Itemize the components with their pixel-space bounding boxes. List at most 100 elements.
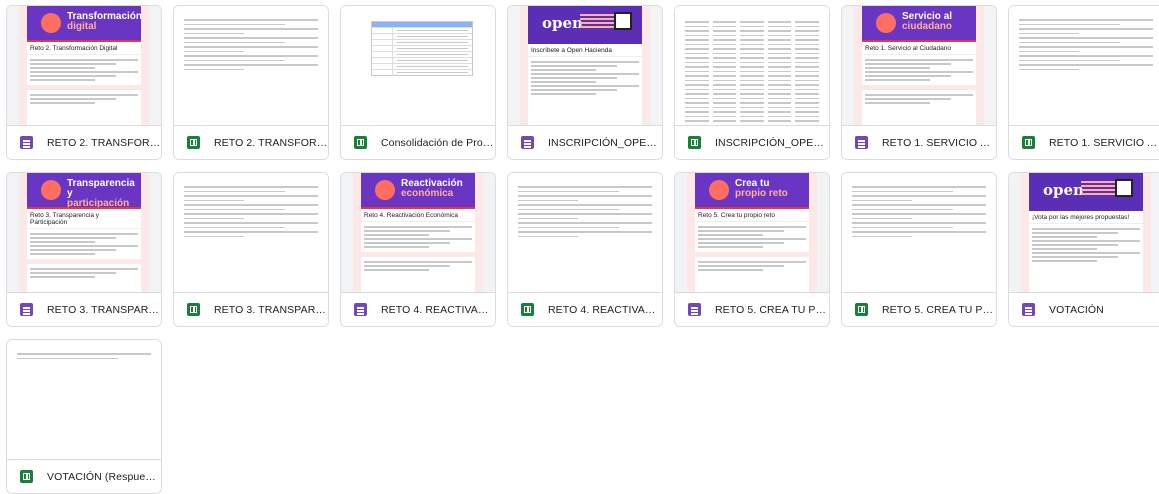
file-card[interactable]: RETO 4. REACTIVACIÓN... bbox=[507, 172, 663, 327]
form-description bbox=[361, 222, 475, 252]
file-card[interactable]: open ¡Vota por las mejores propuestas! VOT… bbox=[1008, 172, 1159, 327]
cell-line bbox=[1019, 50, 1080, 52]
cell-line bbox=[740, 43, 764, 45]
sheet-columns bbox=[685, 18, 819, 127]
form-preview: Transformación digital Reto 2. Transformac… bbox=[19, 6, 149, 127]
file-name: Consolidación de Propu... bbox=[381, 136, 495, 149]
sheet-rows bbox=[1019, 16, 1153, 73]
file-card[interactable]: RETO 3. TRANSPARENC... bbox=[173, 172, 329, 327]
cell-line bbox=[712, 115, 737, 117]
cell-line bbox=[184, 190, 285, 192]
file-card[interactable]: Transparencia y participación Reto 3. Tran… bbox=[6, 172, 162, 327]
file-name: VOTACIÓN (Respuestas) bbox=[47, 470, 161, 483]
cell-line bbox=[740, 61, 764, 63]
cell-line bbox=[795, 61, 819, 63]
text-line bbox=[698, 242, 785, 244]
cell-line bbox=[767, 43, 792, 45]
cell-line bbox=[685, 66, 709, 68]
file-card[interactable]: RETO 1. SERVICIO AL CI... bbox=[1008, 5, 1159, 160]
google-sheets-icon bbox=[688, 136, 701, 149]
cell-line bbox=[685, 111, 709, 113]
text-line bbox=[698, 230, 785, 232]
cell-line bbox=[852, 199, 913, 201]
text-line bbox=[531, 69, 596, 71]
file-card[interactable]: INSCRIPCIÓN_OPEN HA... bbox=[674, 5, 830, 160]
text-line bbox=[580, 22, 616, 24]
sheet-column bbox=[795, 18, 819, 127]
table-cell bbox=[397, 30, 468, 31]
open-banner: open bbox=[1029, 173, 1143, 211]
cell-line bbox=[685, 30, 709, 32]
file-name: RETO 2. TRANSFORMA... bbox=[214, 136, 328, 149]
google-sheets-icon bbox=[187, 136, 200, 149]
text-line bbox=[364, 230, 451, 232]
text-line bbox=[531, 93, 596, 95]
text-line bbox=[30, 268, 138, 270]
banner-logo-icon bbox=[709, 180, 729, 200]
file-card[interactable]: RETO 5. CREA TU PROPI... bbox=[841, 172, 997, 327]
text-line bbox=[531, 65, 618, 67]
cell-line bbox=[712, 102, 737, 104]
file-thumbnail: open Inscríbete a Open Hacienda bbox=[508, 6, 662, 127]
file-card[interactable]: Transformación digital Reto 2. Transformac… bbox=[6, 5, 162, 160]
text-line bbox=[1032, 232, 1119, 234]
sheet-column bbox=[767, 18, 792, 127]
form-question bbox=[27, 264, 141, 282]
google-sheets-icon bbox=[855, 303, 868, 316]
cell-line bbox=[795, 43, 819, 45]
text-line bbox=[30, 272, 117, 274]
file-card[interactable]: Reactivación económica Reto 4. Reactivació… bbox=[340, 172, 496, 327]
sheet-preview bbox=[842, 173, 996, 294]
file-name: RETO 4. REACTIVACIÓN... bbox=[381, 303, 495, 316]
file-card[interactable]: Crea tu propio reto Reto 5. Crea tu propio… bbox=[674, 172, 830, 327]
table-cell bbox=[372, 40, 393, 45]
cell-line bbox=[767, 84, 792, 86]
form-description bbox=[528, 57, 642, 99]
cell-line bbox=[17, 357, 118, 359]
text-line bbox=[30, 245, 138, 247]
file-caption: RETO 2. TRANSFORMA... bbox=[7, 125, 161, 159]
cell-line bbox=[795, 70, 819, 72]
cell-line bbox=[712, 25, 737, 27]
text-line bbox=[30, 241, 95, 243]
file-caption: RETO 5. CREA TU PROPI... bbox=[675, 292, 829, 326]
text-line bbox=[1032, 256, 1119, 258]
text-line bbox=[30, 79, 95, 81]
cell-line bbox=[767, 66, 792, 68]
text-line bbox=[30, 63, 117, 65]
text-line bbox=[364, 242, 451, 244]
file-thumbnail bbox=[675, 6, 829, 127]
cell-line bbox=[712, 120, 737, 122]
sheet-preview bbox=[7, 340, 161, 461]
text-line bbox=[1032, 248, 1097, 250]
cell-line bbox=[184, 64, 318, 66]
file-thumbnail bbox=[174, 6, 328, 127]
cell-line bbox=[1019, 23, 1120, 25]
file-card[interactable]: RETO 2. TRANSFORMA... bbox=[173, 5, 329, 160]
cell-line bbox=[767, 52, 792, 54]
file-card[interactable]: VOTACIÓN (Respuestas) bbox=[6, 339, 162, 494]
file-name: RETO 2. TRANSFORMA... bbox=[47, 136, 161, 149]
text-line bbox=[364, 265, 451, 267]
cell-line bbox=[518, 222, 652, 224]
open-logo-icon: open bbox=[542, 14, 583, 32]
cell-line bbox=[518, 186, 652, 188]
text-line bbox=[30, 67, 95, 69]
cell-line bbox=[795, 102, 819, 104]
form-banner: Servicio al ciudadano bbox=[862, 6, 976, 40]
table-cell bbox=[372, 34, 393, 39]
file-caption: RETO 3. TRANSPARENC... bbox=[7, 292, 161, 326]
form-question bbox=[862, 90, 976, 108]
file-card[interactable]: Servicio al ciudadano Reto 1. Servicio al … bbox=[841, 5, 997, 160]
text-line bbox=[30, 237, 117, 239]
cell-line bbox=[740, 93, 764, 95]
file-card[interactable]: Consolidación de Propu... bbox=[340, 5, 496, 160]
text-line bbox=[865, 94, 973, 96]
cell-line bbox=[184, 186, 318, 188]
file-card[interactable]: open Inscríbete a Open Hacienda INSCRIPCIÓ… bbox=[507, 5, 663, 160]
file-name: RETO 1. SERVICIO AL CI... bbox=[1049, 136, 1159, 149]
file-thumbnail bbox=[7, 340, 161, 461]
cell-line bbox=[184, 68, 245, 70]
cell-line bbox=[767, 48, 792, 50]
cell-line bbox=[518, 235, 579, 237]
